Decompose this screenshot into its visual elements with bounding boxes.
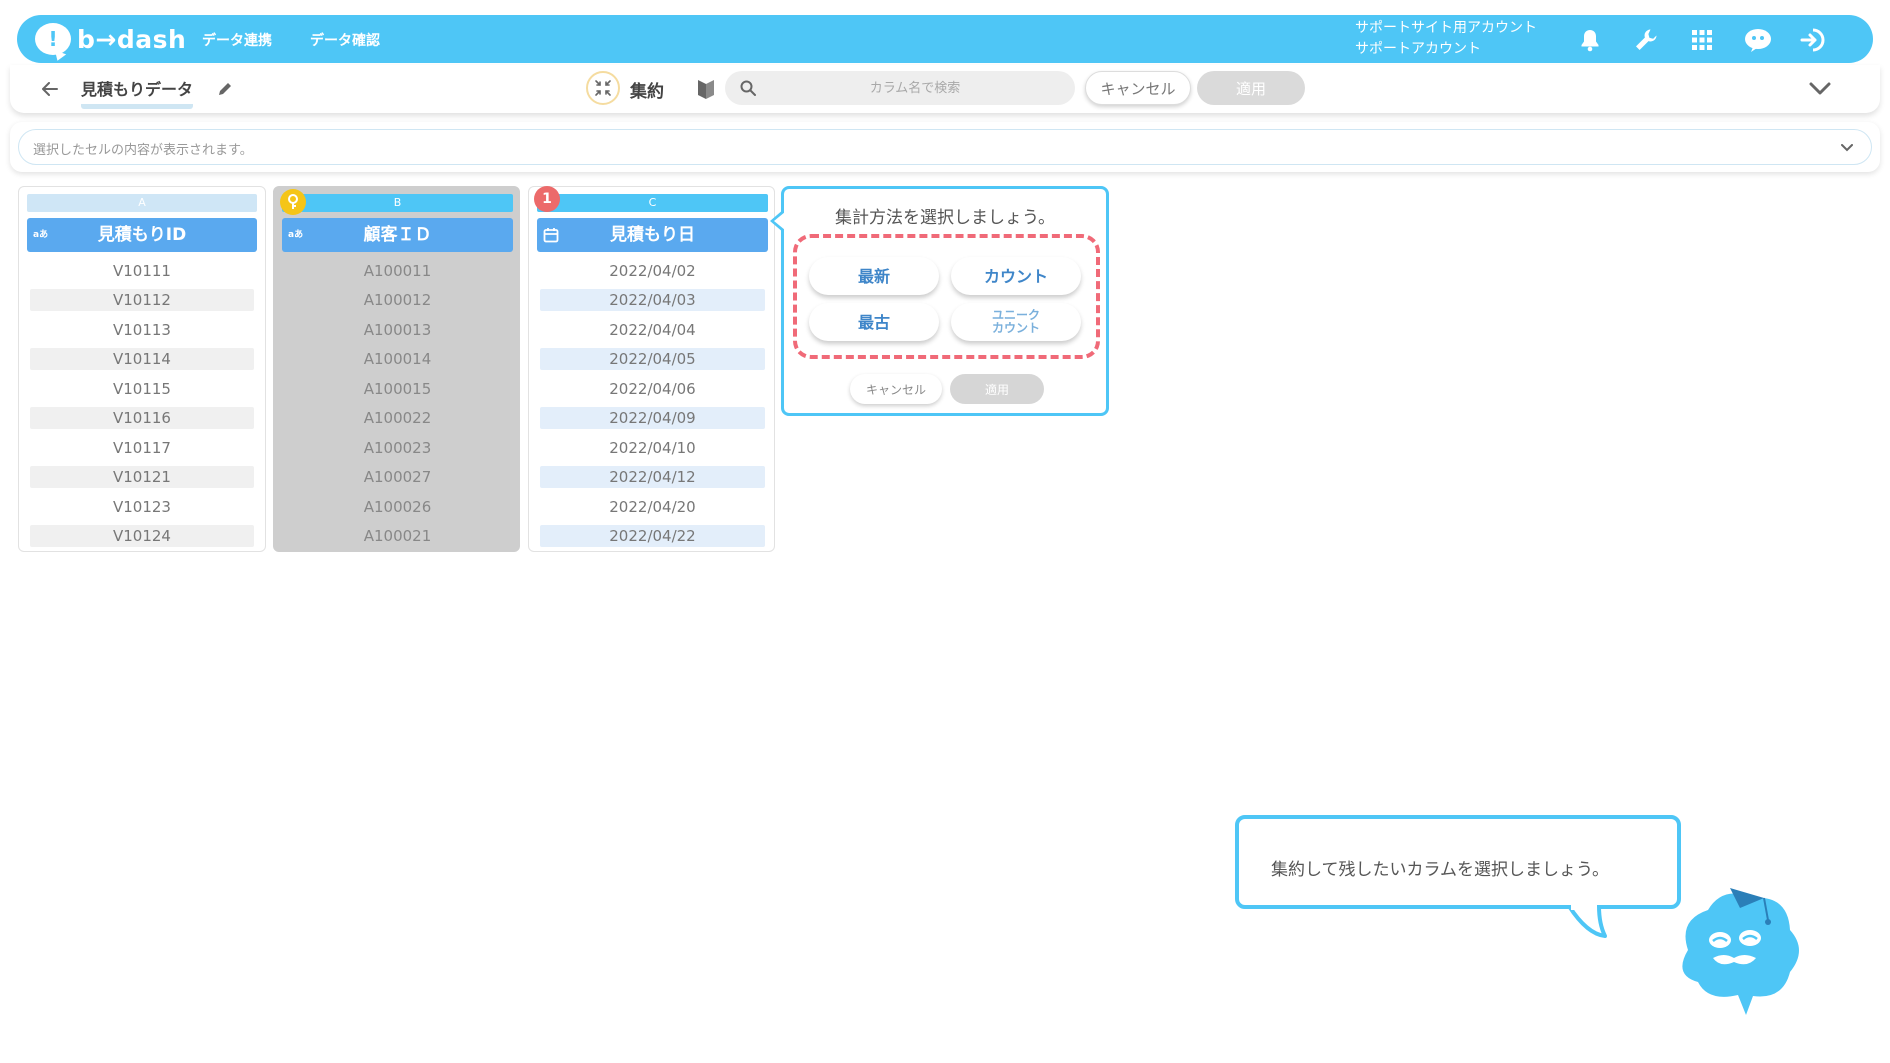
nav-data-check[interactable]: データ確認 bbox=[310, 30, 380, 50]
table-cell[interactable]: A100021 bbox=[285, 525, 510, 547]
table-cell[interactable]: A100027 bbox=[285, 466, 510, 488]
aggregate-order-badge: 1 bbox=[534, 186, 560, 212]
method-oldest-button[interactable]: 最古 bbox=[809, 303, 939, 341]
table-cell[interactable]: A100015 bbox=[285, 378, 510, 400]
table-cell[interactable]: V10111 bbox=[30, 260, 254, 282]
logo-mark: ! bbox=[48, 27, 58, 51]
nav-data-integration[interactable]: データ連携 bbox=[202, 30, 272, 50]
bell-icon[interactable] bbox=[1575, 25, 1605, 55]
table-cell[interactable]: 2022/04/09 bbox=[540, 407, 765, 429]
method-count-button[interactable]: カウント bbox=[951, 257, 1081, 295]
mascot-icon bbox=[1682, 888, 1799, 1015]
popup-pointer bbox=[770, 209, 785, 233]
column-letter: A bbox=[27, 194, 257, 212]
cell-content-bar[interactable]: 選択したセルの内容が表示されます。 bbox=[18, 129, 1872, 165]
column-header[interactable]: 見積もり日 bbox=[537, 218, 768, 252]
table-cell[interactable]: A100022 bbox=[285, 407, 510, 429]
page-title: 見積もりデータ bbox=[81, 76, 194, 109]
account-info[interactable]: サポートサイト用アカウント サポートアカウント bbox=[1355, 18, 1537, 60]
table-cell[interactable]: 2022/04/02 bbox=[540, 260, 765, 282]
table-cell[interactable]: V10124 bbox=[30, 525, 254, 547]
column-c[interactable]: C 見積もり日 2022/04/02 2022/04/03 2022/04/04… bbox=[528, 186, 775, 552]
guide-tooltip-text: 集約して残したいカラムを選択しましょう。 bbox=[1271, 860, 1609, 880]
table-cell[interactable]: 2022/04/22 bbox=[540, 525, 765, 547]
table-cell[interactable]: 2022/04/05 bbox=[540, 348, 765, 370]
logout-icon[interactable] bbox=[1799, 25, 1829, 55]
aggregation-method-popup: 集計方法を選択しましょう。 最新 カウント 最古 ユニーク カウント キャンセル… bbox=[770, 186, 1109, 416]
table-cell[interactable]: V10115 bbox=[30, 378, 254, 400]
unique-count-label-line2: カウント bbox=[991, 321, 1040, 335]
search-icon bbox=[737, 77, 759, 99]
top-navigation-bar: ! b→dash データ連携 データ確認 サポートサイト用アカウント サポートア… bbox=[17, 15, 1873, 63]
tooltip-tail bbox=[1567, 904, 1607, 938]
toolbar-cancel-button[interactable]: キャンセル bbox=[1085, 71, 1191, 105]
account-sub-name: サポートアカウント bbox=[1355, 41, 1481, 57]
calendar-icon bbox=[543, 218, 559, 252]
popup-title: 集計方法を選択しましょう。 bbox=[835, 208, 1055, 228]
back-arrow-icon[interactable] bbox=[38, 77, 62, 101]
bdash-logo[interactable]: ! b→dash bbox=[35, 21, 186, 57]
table-cell[interactable]: A100012 bbox=[285, 289, 510, 311]
cell-content-panel: 選択したセルの内容が表示されます。 bbox=[10, 122, 1880, 172]
column-letter: B bbox=[282, 194, 513, 212]
table-cell[interactable]: 2022/04/03 bbox=[540, 289, 765, 311]
apps-grid-icon[interactable] bbox=[1687, 25, 1717, 55]
chevron-down-icon[interactable] bbox=[1806, 75, 1834, 103]
wrench-icon[interactable] bbox=[1631, 25, 1661, 55]
column-b[interactable]: B aあ 顧客ＩＤ A100011 A100012 A100013 A10001… bbox=[273, 186, 520, 552]
editor-toolbar: 見積もりデータ 集約 キャンセル 適用 bbox=[10, 65, 1880, 113]
column-header[interactable]: aあ 見積もりID bbox=[27, 218, 257, 252]
table-cell[interactable]: V10117 bbox=[30, 437, 254, 459]
table-cell[interactable]: A100023 bbox=[285, 437, 510, 459]
column-header[interactable]: aあ 顧客ＩＤ bbox=[282, 218, 513, 252]
text-type-icon: aあ bbox=[33, 230, 49, 240]
column-header-label: 見積もり日 bbox=[610, 225, 695, 245]
column-search-box bbox=[725, 71, 1075, 105]
text-type-icon: aあ bbox=[288, 230, 304, 240]
table-cell[interactable]: V10112 bbox=[30, 289, 254, 311]
column-header-label: 見積もりID bbox=[97, 225, 187, 245]
table-cell[interactable]: 2022/04/20 bbox=[540, 496, 765, 518]
table-cell[interactable]: V10114 bbox=[30, 348, 254, 370]
pencil-edit-icon[interactable] bbox=[213, 77, 237, 101]
account-name: サポートサイト用アカウント bbox=[1355, 20, 1537, 36]
table-cell[interactable]: V10123 bbox=[30, 496, 254, 518]
table-cell[interactable]: V10121 bbox=[30, 466, 254, 488]
beginner-guide-icon[interactable] bbox=[693, 75, 719, 103]
logo-bubble-icon: ! bbox=[35, 23, 71, 55]
table-cell[interactable]: 2022/04/04 bbox=[540, 319, 765, 341]
popup-apply-button[interactable]: 適用 bbox=[950, 374, 1044, 404]
table-cell[interactable]: 2022/04/12 bbox=[540, 466, 765, 488]
table-cell[interactable]: A100026 bbox=[285, 496, 510, 518]
column-search-input[interactable] bbox=[765, 71, 1065, 105]
column-header-label: 顧客ＩＤ bbox=[363, 225, 432, 245]
aggregate-mode-icon[interactable] bbox=[586, 71, 620, 105]
table-cell[interactable]: A100011 bbox=[285, 260, 510, 282]
table-cell[interactable]: A100013 bbox=[285, 319, 510, 341]
method-unique-count-button[interactable]: ユニーク カウント bbox=[951, 303, 1081, 341]
chat-mascot-icon[interactable] bbox=[1743, 25, 1773, 55]
method-latest-button[interactable]: 最新 bbox=[809, 257, 939, 295]
guide-tooltip: 集約して残したいカラムを選択しましょう。 bbox=[1235, 815, 1681, 909]
column-a[interactable]: A aあ 見積もりID V10111 V10112 V10113 V10114 … bbox=[18, 186, 266, 552]
logo-text: b→dash bbox=[77, 24, 187, 54]
mode-label: 集約 bbox=[630, 82, 664, 102]
column-letter: C bbox=[537, 194, 768, 212]
table-cell[interactable]: 2022/04/06 bbox=[540, 378, 765, 400]
popup-cancel-button[interactable]: キャンセル bbox=[850, 374, 942, 404]
table-cell[interactable]: V10113 bbox=[30, 319, 254, 341]
key-badge-icon bbox=[280, 189, 306, 215]
table-cell[interactable]: A100014 bbox=[285, 348, 510, 370]
table-cell[interactable]: 2022/04/10 bbox=[540, 437, 765, 459]
chevron-down-icon[interactable] bbox=[1837, 138, 1857, 158]
table-cell[interactable]: V10116 bbox=[30, 407, 254, 429]
toolbar-apply-button[interactable]: 適用 bbox=[1197, 71, 1305, 105]
cell-content-placeholder: 選択したセルの内容が表示されます。 bbox=[33, 143, 253, 158]
